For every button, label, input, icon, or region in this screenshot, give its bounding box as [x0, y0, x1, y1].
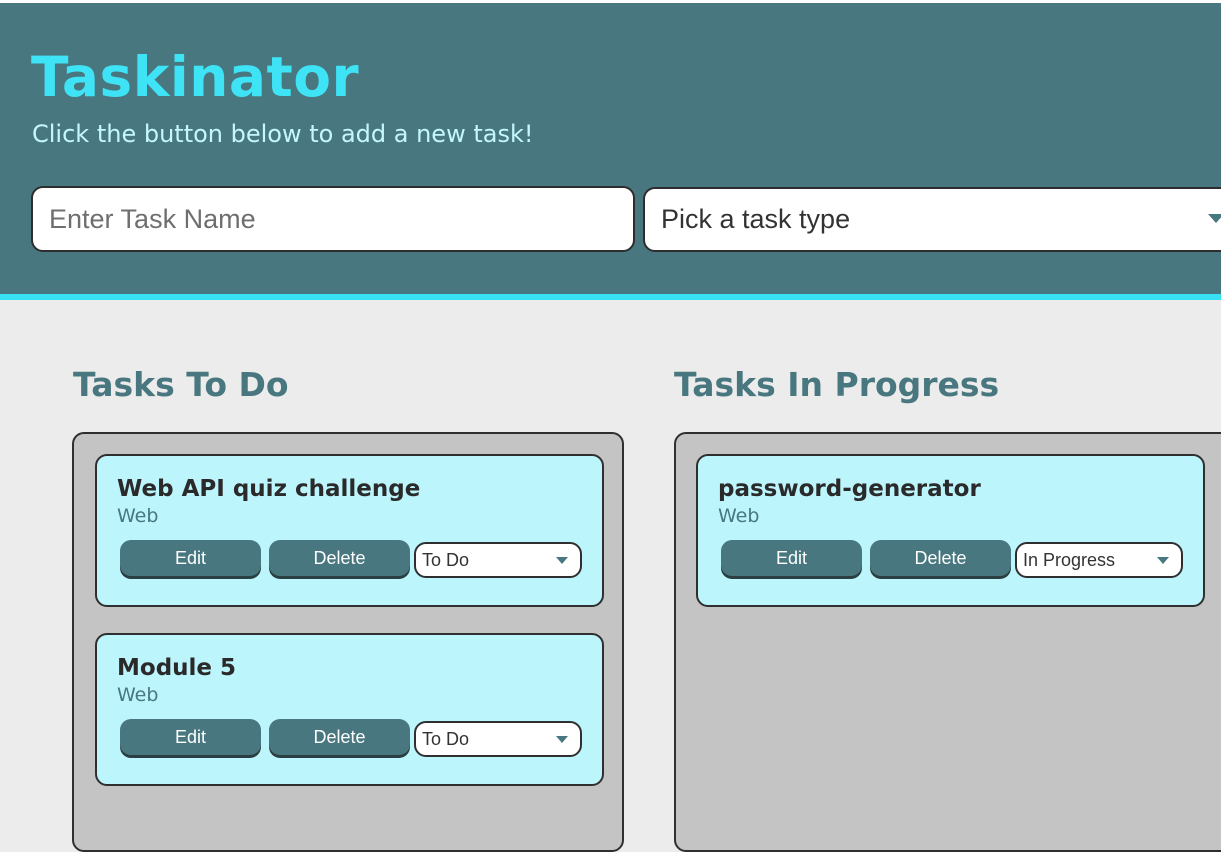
status-select[interactable]: To Do [414, 542, 582, 578]
task-type: Web [117, 505, 159, 527]
tasks-to-do-column: Web API quiz challenge Web Edit Delete T… [72, 432, 624, 852]
caret-down-icon [556, 736, 568, 743]
tasks-in-progress-column: password-generator Web Edit Delete In Pr… [674, 432, 1221, 852]
page-header: Taskinator Click the button below to add… [0, 0, 1221, 300]
task-card: Module 5 Web Edit Delete To Do [95, 633, 604, 786]
delete-button[interactable]: Delete [269, 540, 410, 576]
task-name: Web API quiz challenge [117, 476, 421, 502]
status-select[interactable]: In Progress [1015, 542, 1183, 578]
task-card: password-generator Web Edit Delete In Pr… [696, 454, 1205, 607]
status-selected-value: To Do [422, 729, 470, 749]
column-title-in-progress: Tasks In Progress [674, 365, 1000, 404]
column-title-todo: Tasks To Do [73, 365, 289, 404]
edit-button[interactable]: Edit [120, 719, 261, 755]
status-selected-value: In Progress [1023, 550, 1116, 570]
task-type: Web [117, 684, 159, 706]
caret-down-icon [1157, 557, 1169, 564]
task-name: password-generator [718, 476, 981, 502]
caret-down-icon [1208, 214, 1221, 223]
delete-button[interactable]: Delete [269, 719, 410, 755]
status-selected-value: To Do [422, 550, 470, 570]
task-name: Module 5 [117, 655, 237, 681]
task-name-input[interactable] [31, 186, 635, 252]
task-type: Web [718, 505, 760, 527]
task-card: Web API quiz challenge Web Edit Delete T… [95, 454, 604, 607]
edit-button[interactable]: Edit [120, 540, 261, 576]
app-subtitle: Click the button below to add a new task… [32, 120, 534, 148]
task-type-selected-value: Pick a task type [661, 204, 851, 234]
caret-down-icon [556, 557, 568, 564]
app-title: Taskinator [31, 45, 360, 109]
edit-button[interactable]: Edit [721, 540, 862, 576]
task-type-select[interactable]: Pick a task type [643, 187, 1221, 252]
status-select[interactable]: To Do [414, 721, 582, 757]
delete-button[interactable]: Delete [870, 540, 1011, 576]
